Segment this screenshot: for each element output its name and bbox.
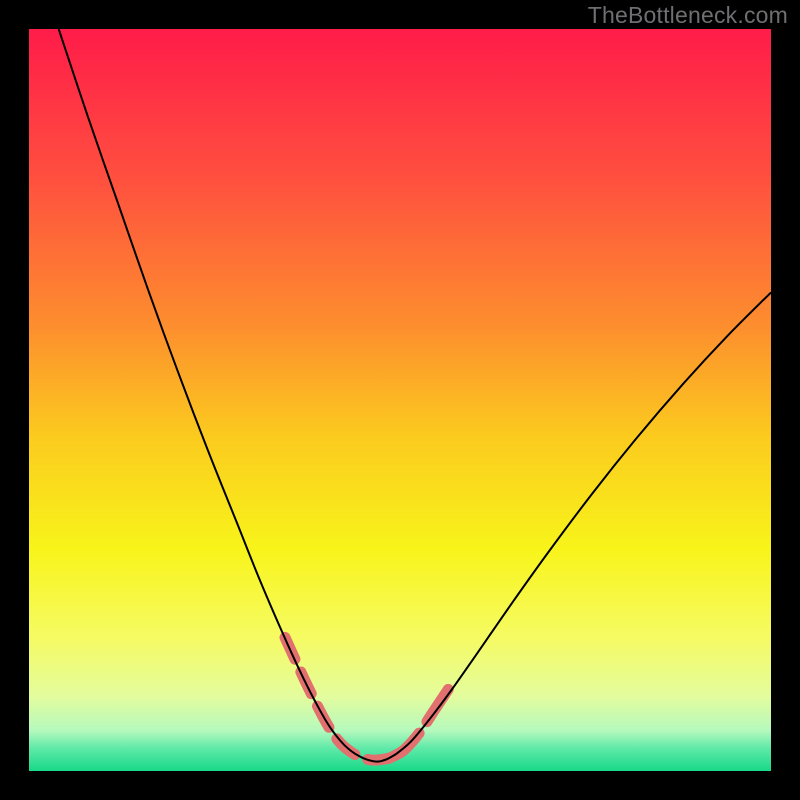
bottleneck-curve-chart (29, 29, 771, 771)
plot-area (29, 29, 771, 771)
gradient-background (29, 29, 771, 771)
watermark-text: TheBottleneck.com (588, 2, 788, 29)
chart-frame: TheBottleneck.com (0, 0, 800, 800)
